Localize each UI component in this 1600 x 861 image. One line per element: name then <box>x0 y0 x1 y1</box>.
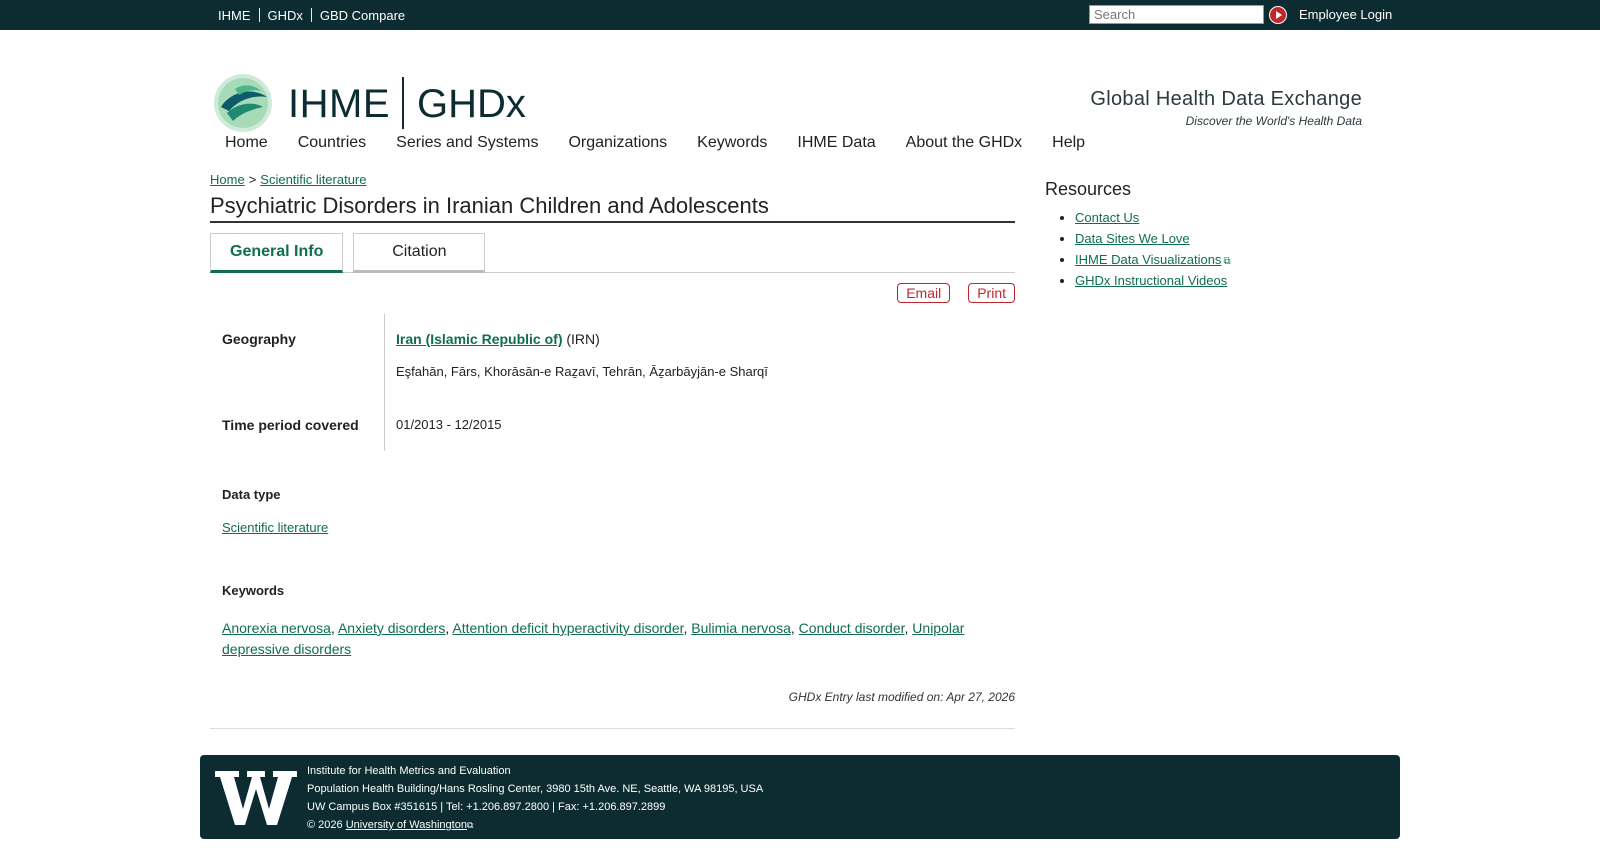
keywords-list: Anorexia nervosa, Anxiety disorders, Att… <box>222 620 965 657</box>
divider <box>310 8 312 22</box>
geography-country-link[interactable]: Iran (Islamic Republic of) <box>396 331 562 347</box>
tagline-title: Global Health Data Exchange <box>1090 88 1362 110</box>
resources-title: Resources <box>1045 179 1132 199</box>
nav-countries[interactable]: Countries <box>284 128 380 158</box>
time-period-value: 01/2013 - 12/2015 <box>396 417 502 432</box>
logo-divider <box>402 77 404 129</box>
top-link-gbd-compare[interactable]: GBD Compare <box>312 8 413 23</box>
top-links: IHME GHDx GBD Compare <box>210 0 413 30</box>
ihme-data-viz-link[interactable]: IHME Data Visualizations <box>1075 252 1221 267</box>
keyword-link[interactable]: Anxiety disorders <box>338 620 445 636</box>
search-submit-button[interactable] <box>1269 6 1287 24</box>
geography-value: Iran (Islamic Republic of) (IRN) <box>396 331 600 347</box>
resources-sidebar: Resources Contact Us Data Sites We Love … <box>1045 179 1231 294</box>
divider <box>258 8 260 22</box>
field-divider <box>384 314 385 451</box>
nav-keywords[interactable]: Keywords <box>683 128 781 158</box>
footer-info: Institute for Health Metrics and Evaluat… <box>307 762 763 834</box>
footer-copyright: © 2026 <box>307 819 343 831</box>
footer-address: Population Health Building/Hans Rosling … <box>307 783 764 795</box>
external-link-icon: ⧉ <box>1223 256 1231 267</box>
breadcrumb-separator: > <box>248 172 257 187</box>
list-item: Data Sites We Love <box>1075 231 1231 246</box>
tab-bar: General Info Citation <box>210 233 1015 273</box>
footer-org-name: Institute for Health Metrics and Evaluat… <box>307 765 511 777</box>
tagline: Global Health Data Exchange Discover the… <box>1090 88 1362 128</box>
action-buttons: Email Print <box>210 283 1015 303</box>
time-period-label: Time period covered <box>222 417 359 433</box>
content-divider <box>210 728 1015 729</box>
keyword-link[interactable]: Bulimia nervosa <box>691 620 791 636</box>
list-item: Contact Us <box>1075 210 1231 225</box>
geography-label: Geography <box>222 331 296 347</box>
tab-citation[interactable]: Citation <box>353 233 486 273</box>
top-bar: IHME GHDx GBD Compare Search Employee Lo… <box>0 0 1600 30</box>
ghdx-videos-link[interactable]: GHDx Instructional Videos <box>1075 273 1227 288</box>
contact-us-link[interactable]: Contact Us <box>1075 210 1139 225</box>
site-footer: Institute for Health Metrics and Evaluat… <box>200 755 1400 839</box>
nav-help[interactable]: Help <box>1038 128 1099 158</box>
footer-copyright-line: © 2026 University of Washington⧉ <box>307 816 763 834</box>
tagline-subtitle: Discover the World's Health Data <box>1185 114 1362 128</box>
uw-logo-icon[interactable] <box>215 767 297 827</box>
breadcrumb-scientific-literature[interactable]: Scientific literature <box>260 172 366 187</box>
email-button[interactable]: Email <box>897 283 951 303</box>
keywords-label: Keywords <box>222 583 285 598</box>
site-header: IHME GHDx Global Health Data Exchange Di… <box>0 30 1600 133</box>
nav-home[interactable]: Home <box>211 128 282 158</box>
external-link-icon: ⧉ <box>466 820 474 830</box>
main-nav: Home Countries Series and Systems Organi… <box>211 128 1101 158</box>
employee-login-link[interactable]: Employee Login <box>1299 0 1392 30</box>
nav-ihme-data[interactable]: IHME Data <box>783 128 889 158</box>
play-arrow-icon <box>1270 7 1286 23</box>
footer-contact: UW Campus Box #351615 | Tel: +1.206.897.… <box>307 801 666 813</box>
tab-general-info[interactable]: General Info <box>210 233 344 273</box>
resources-list: Contact Us Data Sites We Love IHME Data … <box>1045 210 1231 288</box>
last-modified: GHDx Entry last modified on: Apr 27, 202… <box>788 690 1015 704</box>
uw-link[interactable]: University of Washington <box>346 819 467 831</box>
breadcrumb: Home > Scientific literature <box>210 172 1015 187</box>
main-content: Home > Scientific literature Psychiatric D… <box>210 172 1015 729</box>
geography-code: (IRN) <box>566 331 600 347</box>
nav-organizations[interactable]: Organizations <box>554 128 681 158</box>
geography-regions: Eşfahān, Fārs, Khorāsān-e Raẕavī, Tehrān… <box>396 364 768 379</box>
keyword-link[interactable]: Conduct disorder <box>799 620 905 636</box>
data-sites-link[interactable]: Data Sites We Love <box>1075 231 1190 246</box>
data-type-link[interactable]: Scientific literature <box>222 520 328 535</box>
keyword-link[interactable]: Attention deficit hyperactivity disorder <box>452 620 683 636</box>
keyword-link[interactable]: Anorexia nervosa <box>222 620 331 636</box>
breadcrumb-home[interactable]: Home <box>210 172 245 187</box>
logo-ihme-text[interactable]: IHME <box>288 82 390 126</box>
list-item: IHME Data Visualizations⧉ <box>1075 252 1231 267</box>
page-title: Psychiatric Disorders in Iranian Childre… <box>210 193 1015 223</box>
data-type-value: Scientific literature <box>222 520 328 535</box>
top-link-ghdx[interactable]: GHDx <box>260 8 311 23</box>
nav-series-and-systems[interactable]: Series and Systems <box>382 128 552 158</box>
logo-ghdx-text[interactable]: GHDx <box>417 82 526 126</box>
search-input[interactable]: Search <box>1089 5 1264 24</box>
print-button[interactable]: Print <box>968 283 1015 303</box>
data-type-label: Data type <box>222 487 281 502</box>
ihme-logo-icon[interactable] <box>213 73 273 133</box>
top-link-ihme[interactable]: IHME <box>210 8 259 23</box>
list-item: GHDx Instructional Videos <box>1075 273 1231 288</box>
nav-about-the-ghdx[interactable]: About the GHDx <box>892 128 1037 158</box>
